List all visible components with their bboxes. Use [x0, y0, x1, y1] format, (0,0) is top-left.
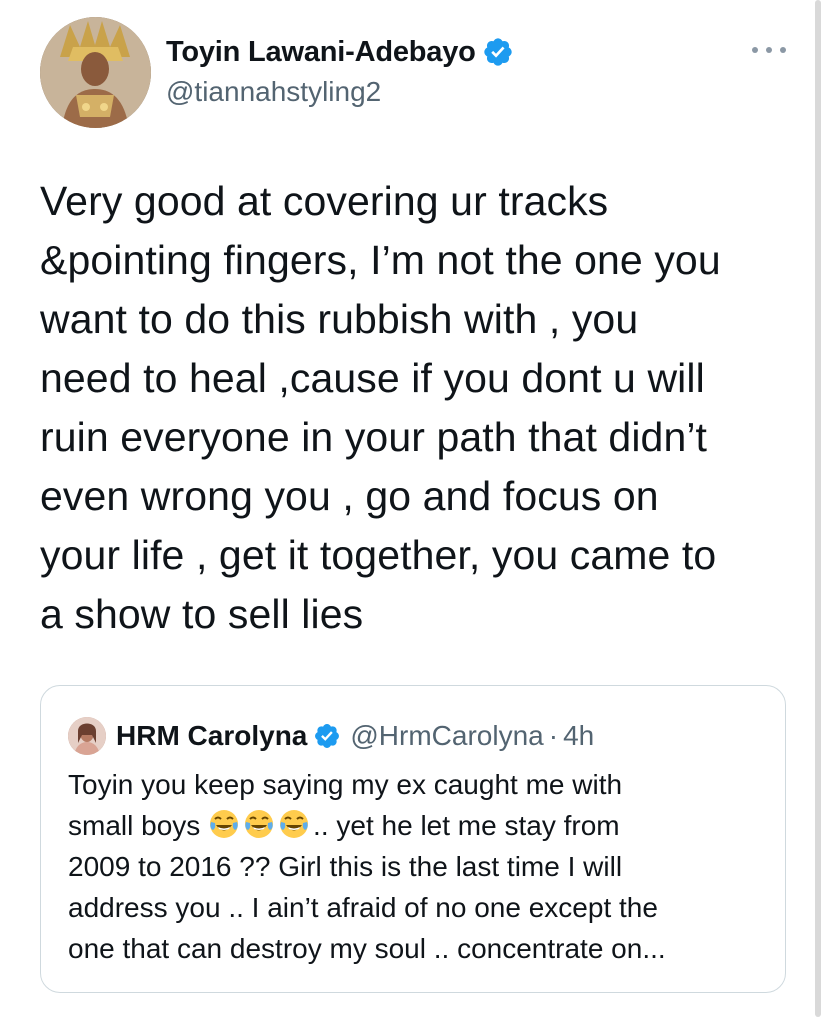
tweet-text-line: ruin everyone in your path that didn’t — [40, 414, 708, 460]
quoted-text-line: one that can destroy my soul .. concentr… — [68, 933, 666, 964]
tweet-text-line: &pointing fingers, I’m not the one you — [40, 237, 721, 283]
scrollbar[interactable] — [815, 0, 821, 1017]
separator-dot: · — [548, 720, 559, 751]
quoted-author-row: HRM Carolyna @HrmCarolyna · 4h — [116, 716, 594, 756]
tweet-text-line: Very good at covering ur tracks — [40, 178, 609, 224]
tweet-text-line: need to heal ,cause if you dont u will — [40, 355, 705, 401]
avatar-photo — [68, 717, 106, 755]
tweet-text: Very good at covering ur tracks &pointin… — [40, 172, 800, 644]
more-dot — [752, 47, 758, 53]
quoted-text-line: Toyin you keep saying my ex caught me wi… — [68, 769, 623, 800]
more-horizontal-icon[interactable] — [752, 40, 786, 60]
face-with-tears-of-joy-icon — [280, 810, 309, 838]
quoted-text-line: small boys .. yet he let me stay from — [68, 805, 768, 846]
quoted-text-line: 2009 to 2016 ?? Girl this is the last ti… — [68, 851, 623, 882]
author-display-name[interactable]: Toyin Lawani-Adebayo — [166, 36, 476, 69]
quoted-tweet[interactable]: HRM Carolyna @HrmCarolyna · 4h Toyin you… — [40, 685, 786, 993]
tweet-text-line: want to do this rubbish with , you — [40, 296, 639, 342]
more-dot — [780, 47, 786, 53]
quoted-display-name[interactable]: HRM Carolyna — [116, 720, 307, 752]
tweet-text-line: your life , get it together, you came to — [40, 532, 717, 578]
tweet-card: Toyin Lawani-Adebayo @tiannahstyling2 Ve… — [0, 0, 829, 1017]
face-with-tears-of-joy-icon — [210, 810, 239, 838]
quoted-text: Toyin you keep saying my ex caught me wi… — [68, 764, 768, 969]
author-name-row: Toyin Lawani-Adebayo — [166, 34, 514, 70]
quoted-text-segment: .. yet he let me stay from — [313, 810, 620, 841]
quoted-text-segment: small boys — [68, 810, 209, 841]
tweet-text-line: a show to sell lies — [40, 591, 364, 637]
tweet-text-line: even wrong you , go and focus on — [40, 473, 659, 519]
quoted-handle[interactable]: @HrmCarolyna — [350, 720, 543, 752]
quoted-timestamp[interactable]: 4h — [563, 720, 594, 752]
face-with-tears-of-joy-icon — [245, 810, 274, 838]
more-dot — [766, 47, 772, 53]
quoted-author-avatar[interactable] — [68, 717, 106, 755]
author-handle[interactable]: @tiannahstyling2 — [166, 76, 381, 108]
verified-badge-icon — [484, 38, 512, 66]
verified-badge-icon — [315, 724, 340, 748]
author-avatar[interactable] — [40, 17, 151, 128]
avatar-photo — [40, 17, 151, 128]
quoted-text-line: address you .. I ain’t afraid of no one … — [68, 892, 658, 923]
